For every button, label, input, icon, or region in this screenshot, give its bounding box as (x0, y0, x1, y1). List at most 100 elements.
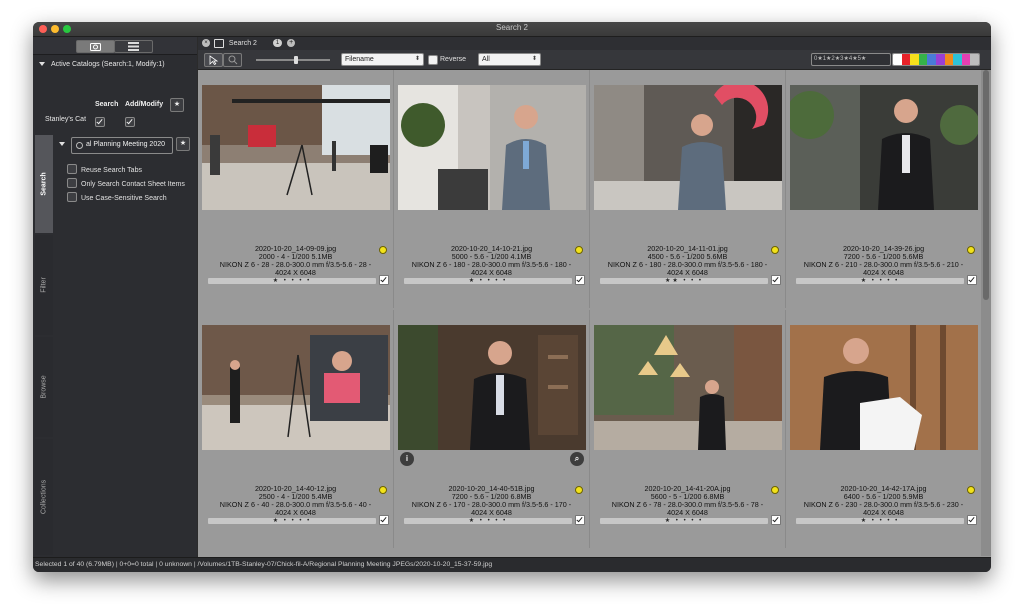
camera-icon (213, 38, 224, 48)
photo-thumbnail[interactable] (790, 85, 978, 210)
search-column-header: Search (95, 101, 119, 108)
select-tool-button[interactable] (204, 53, 223, 67)
label-swatch-blue[interactable] (927, 54, 936, 65)
star-rating[interactable]: ★ • • • • (796, 518, 964, 524)
star-rating[interactable]: ★ • • • • (208, 278, 376, 284)
yellow-label-dot[interactable] (967, 486, 975, 494)
thumbnail-cell[interactable]: 2020-10-20_14-40-12.jpg 2500 - 4 - 1/200 … (198, 310, 394, 548)
vertical-scrollbar[interactable] (981, 70, 991, 556)
reverse-checkbox[interactable] (428, 55, 438, 65)
star-rating[interactable]: ★ • • • • (600, 518, 768, 524)
yellow-label-dot[interactable] (379, 246, 387, 254)
tag-checkbox[interactable] (771, 275, 781, 285)
photo-metadata: 2020-10-20_14-40-51B.jpg 7200 - 5.6 - 1/2… (411, 484, 572, 517)
photo-view-toggle[interactable] (76, 40, 115, 53)
thumbnail-cell[interactable]: i ⌕ 2020-10-20_14-40-51B.jpg 7200 - 5.6 -… (394, 310, 590, 548)
photo-thumbnail[interactable] (594, 85, 782, 210)
tag-checkbox[interactable] (967, 275, 977, 285)
slider-thumb[interactable] (294, 56, 298, 64)
label-swatch-purple[interactable] (935, 54, 945, 65)
tag-checkbox[interactable] (575, 515, 585, 525)
star-rating[interactable]: ★ • • • • (404, 518, 572, 524)
disclosure-triangle-icon (39, 62, 45, 67)
tab-browse[interactable]: Browse (35, 337, 53, 437)
photo-thumbnail[interactable] (398, 85, 586, 210)
tab-search-2[interactable]: × Search 2 1 + (202, 38, 296, 49)
yellow-label-dot[interactable] (771, 486, 779, 494)
star-rating[interactable]: ★ • • • • (208, 518, 376, 524)
tag-checkbox[interactable] (379, 275, 389, 285)
sidebar-header (33, 37, 197, 55)
contact-sheet-only-option[interactable]: Only Search Contact Sheet Items (67, 178, 185, 189)
add-tab-icon[interactable]: + (287, 39, 296, 48)
info-icon[interactable]: i (400, 452, 414, 466)
yellow-label-dot[interactable] (967, 246, 975, 254)
list-view-toggle[interactable] (114, 40, 153, 53)
photo-thumbnail[interactable] (398, 325, 586, 450)
yellow-label-dot[interactable] (771, 246, 779, 254)
star-rating[interactable]: ★ • • • • (404, 278, 572, 284)
zoom-tool-button[interactable] (223, 53, 242, 67)
label-swatch-gray[interactable] (970, 54, 979, 65)
label-swatch-red[interactable] (901, 54, 911, 65)
search-options-button[interactable]: ★ (176, 137, 190, 151)
star-rating[interactable]: ★ • • • • (796, 278, 964, 284)
arrow-pointer-icon (209, 55, 219, 65)
magnifier-icon (228, 55, 238, 65)
tab-strip: × Search 2 1 + (198, 37, 991, 50)
catalog-options-button[interactable]: ★ (170, 98, 184, 112)
thumbnail-cell[interactable]: 2020-10-20_14-10-21.jpg 5000 - 5.6 - 1/20… (394, 70, 590, 308)
sort-field-select[interactable]: Filename ⬍ (341, 53, 424, 66)
filter-select[interactable]: All ⬍ (478, 53, 541, 66)
photo-thumbnail[interactable] (202, 85, 390, 210)
star-rating[interactable]: ★★ • • • (600, 278, 768, 284)
label-swatch-orange[interactable] (944, 54, 954, 65)
tag-checkbox[interactable] (967, 515, 977, 525)
scrollbar-thumb[interactable] (983, 70, 989, 300)
active-catalogs-header[interactable]: Active Catalogs (Search:1, Modify:1) (39, 61, 165, 68)
yellow-label-dot[interactable] (379, 486, 387, 494)
tab-count-badge: 1 (272, 39, 283, 48)
case-sensitive-checkbox[interactable] (67, 192, 77, 202)
label-swatch-green[interactable] (918, 54, 928, 65)
yellow-label-dot[interactable] (575, 246, 583, 254)
thumbnail-cell[interactable]: 2020-10-20_14-41-20A.jpg 5600 - 5 - 1/200… (590, 310, 786, 548)
yellow-label-dot[interactable] (575, 486, 583, 494)
photo-metadata: 2020-10-20_14-10-21.jpg 5000 - 5.6 - 1/20… (411, 244, 572, 277)
tab-filter[interactable]: Filter (35, 235, 53, 335)
thumbnail-cell[interactable]: 2020-10-20_14-09-09.jpg 2000 - 4 - 1/200 … (198, 70, 394, 308)
contact-sheet-only-checkbox[interactable] (67, 178, 77, 188)
reuse-search-tabs-option[interactable]: Reuse Search Tabs (67, 164, 142, 175)
case-sensitive-option[interactable]: Use Case-Sensitive Search (67, 192, 167, 203)
thumbnail-cell[interactable]: 2020-10-20_14-42-17A.jpg 6400 - 5.6 - 1/2… (786, 310, 982, 548)
label-swatch-none[interactable] (893, 54, 902, 65)
rating-filter[interactable]: 0★1★2★3★4★5★ (811, 53, 891, 66)
speaker-photo-image (398, 85, 586, 210)
tag-checkbox[interactable] (379, 515, 389, 525)
tag-checkbox[interactable] (771, 515, 781, 525)
reverse-label: Reverse (440, 56, 467, 63)
search-input[interactable]: al Planning Meeting 2020 (71, 137, 173, 154)
tag-checkbox[interactable] (575, 275, 585, 285)
photo-thumbnail[interactable] (202, 325, 390, 450)
tab-search[interactable]: Search (35, 135, 53, 233)
label-swatch-pink[interactable] (961, 54, 971, 65)
list-icon (128, 42, 139, 51)
catalog-search-checkbox[interactable] (95, 117, 105, 127)
reuse-search-tabs-checkbox[interactable] (67, 164, 77, 174)
thumbnail-cell[interactable]: 2020-10-20_14-11-01.jpg 4500 - 5.6 - 1/20… (590, 70, 786, 308)
catalog-modify-checkbox[interactable] (125, 117, 135, 127)
label-swatch-yellow[interactable] (910, 54, 919, 65)
thumbnail-cell[interactable]: 2020-10-20_14-39-26.jpg 7200 - 5.6 - 1/20… (786, 70, 982, 308)
add-modify-column-header: Add/Modify (125, 101, 164, 108)
search-disclosure-icon[interactable] (59, 142, 65, 146)
close-tab-icon[interactable]: × (202, 39, 210, 48)
magnifier-icon[interactable]: ⌕ (570, 452, 584, 466)
color-label-filter[interactable] (892, 53, 980, 66)
label-swatch-cyan[interactable] (953, 54, 962, 65)
thumbnail-size-slider[interactable] (256, 56, 330, 64)
photo-thumbnail[interactable] (790, 325, 978, 450)
select-arrows-icon: ⬍ (531, 56, 537, 62)
photo-thumbnail[interactable] (594, 325, 782, 450)
tab-collections[interactable]: Collections (35, 439, 53, 555)
